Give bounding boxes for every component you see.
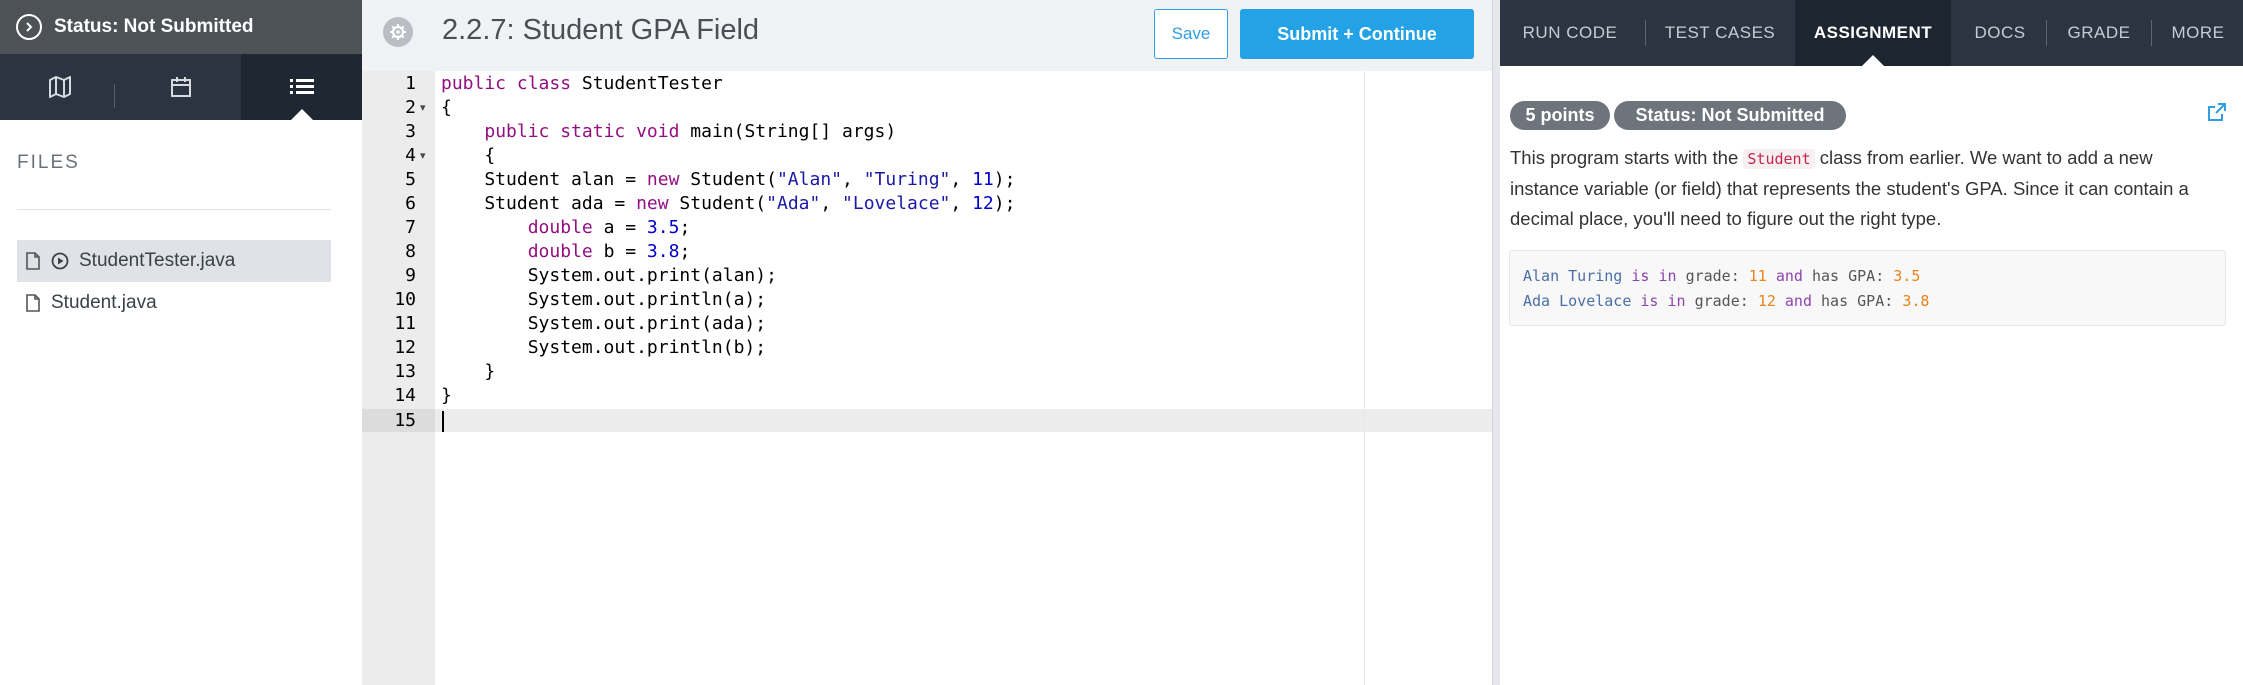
fold-arrow-icon[interactable]: ▾: [420, 144, 426, 168]
fold-arrow-icon[interactable]: ▾: [420, 96, 426, 120]
line-number: 6: [405, 193, 416, 214]
code-line: {: [441, 145, 496, 166]
line-number: 1: [405, 73, 416, 94]
divider: [17, 209, 331, 210]
map-icon: [49, 76, 72, 98]
print-margin-line: [1364, 71, 1365, 685]
gear-icon[interactable]: [383, 17, 413, 47]
nav-divider: [114, 84, 115, 108]
code-line: }: [441, 385, 452, 406]
tab-run-code[interactable]: RUN CODE: [1500, 0, 1640, 66]
tab-divider: [2046, 20, 2047, 46]
status-badge: Status: Not Submitted: [1614, 101, 1846, 130]
sample-output-block: Alan Turing is in grade: 11 and has GPA:…: [1509, 250, 2226, 326]
code-line: }: [441, 361, 496, 382]
assignment-title: 2.2.7: Student GPA Field: [442, 14, 760, 46]
sample-output-line: Alan Turing is in grade: 11 and has GPA:…: [1523, 267, 1921, 285]
line-number: 3: [405, 121, 416, 142]
line-number: 10: [394, 289, 416, 310]
submit-continue-button[interactable]: Submit + Continue: [1240, 9, 1474, 59]
code-line: Student ada = new Student("Ada", "Lovela…: [441, 193, 1016, 214]
inline-code: Student: [1743, 149, 1815, 169]
code-line: public class StudentTester: [441, 73, 723, 94]
line-number: 9: [405, 265, 416, 286]
tab-map[interactable]: [0, 54, 121, 120]
file-name: StudentTester.java: [79, 250, 236, 271]
files-heading: FILES: [17, 152, 80, 173]
chevron-right-circle-icon: [16, 14, 42, 40]
calendar-icon: [171, 77, 191, 97]
file-icon: [26, 252, 40, 270]
code-text-area[interactable]: [435, 71, 1492, 685]
submission-status-bar[interactable]: Status: Not Submitted: [0, 0, 362, 54]
tab-divider: [1645, 20, 1646, 46]
points-badge: 5 points: [1510, 101, 1610, 130]
active-line-highlight: [362, 409, 1492, 432]
status-text: Status: Not Submitted: [54, 16, 254, 37]
line-number: 7: [405, 217, 416, 238]
sidebar-nav-tabs: [0, 54, 363, 120]
save-button[interactable]: Save: [1154, 9, 1228, 59]
sample-output-line: Ada Lovelace is in grade: 12 and has GPA…: [1523, 292, 1930, 310]
tab-more[interactable]: MORE: [2154, 0, 2242, 66]
list-icon: [289, 79, 314, 94]
code-line: Student alan = new Student("Alan", "Turi…: [441, 169, 1016, 190]
code-line: {: [441, 97, 452, 118]
tab-grade[interactable]: GRADE: [2050, 0, 2148, 66]
line-number: 14: [394, 385, 416, 406]
right-panel-tabs: RUN CODE TEST CASES ASSIGNMENT DOCS GRAD…: [1500, 0, 2243, 66]
file-item-studenttester[interactable]: StudentTester.java: [17, 240, 331, 282]
line-number: 8: [405, 241, 416, 262]
tab-docs[interactable]: DOCS: [1956, 0, 2044, 66]
pane-resize-handle[interactable]: [1492, 0, 1500, 685]
code-line: double b = 3.8;: [527, 241, 691, 262]
code-line: System.out.print(ada);: [441, 313, 767, 334]
code-editor-pane: 2.2.7: Student GPA Field Save Submit + C…: [362, 0, 1492, 685]
external-link-icon[interactable]: [2207, 102, 2227, 127]
file-item-student[interactable]: Student.java: [17, 282, 331, 324]
assignment-description: This program starts with the Student cla…: [1510, 147, 2189, 229]
right-panel: RUN CODE TEST CASES ASSIGNMENT DOCS GRAD…: [1500, 0, 2243, 685]
text-cursor: [442, 411, 444, 432]
code-line: System.out.print(alan);: [441, 265, 777, 286]
line-number: 11: [394, 313, 416, 334]
code-line: System.out.println(a);: [441, 289, 767, 310]
tab-assignment[interactable]: ASSIGNMENT: [1795, 0, 1951, 66]
code-line: double a = 3.5;: [527, 217, 691, 238]
tab-test-cases[interactable]: TEST CASES: [1650, 0, 1790, 66]
line-number: 13: [394, 361, 416, 382]
code-line: System.out.println(b);: [441, 337, 767, 358]
line-number: 15: [394, 410, 416, 431]
file-name: Student.java: [51, 292, 157, 313]
line-number: 5: [405, 169, 416, 190]
run-file-icon: [51, 252, 69, 270]
file-icon: [26, 294, 40, 312]
code-line: public static void main(String[] args): [484, 121, 897, 142]
tab-files[interactable]: [241, 54, 363, 120]
line-number: 12: [394, 337, 416, 358]
tab-divider: [2151, 20, 2152, 46]
line-number: 2: [405, 97, 416, 118]
left-sidebar: Status: Not Submitted FILES StudentTeste…: [0, 0, 363, 685]
tab-calendar[interactable]: [121, 54, 242, 120]
editor-header: 2.2.7: Student GPA Field Save Submit + C…: [362, 0, 1492, 72]
line-number: 4: [405, 145, 416, 166]
